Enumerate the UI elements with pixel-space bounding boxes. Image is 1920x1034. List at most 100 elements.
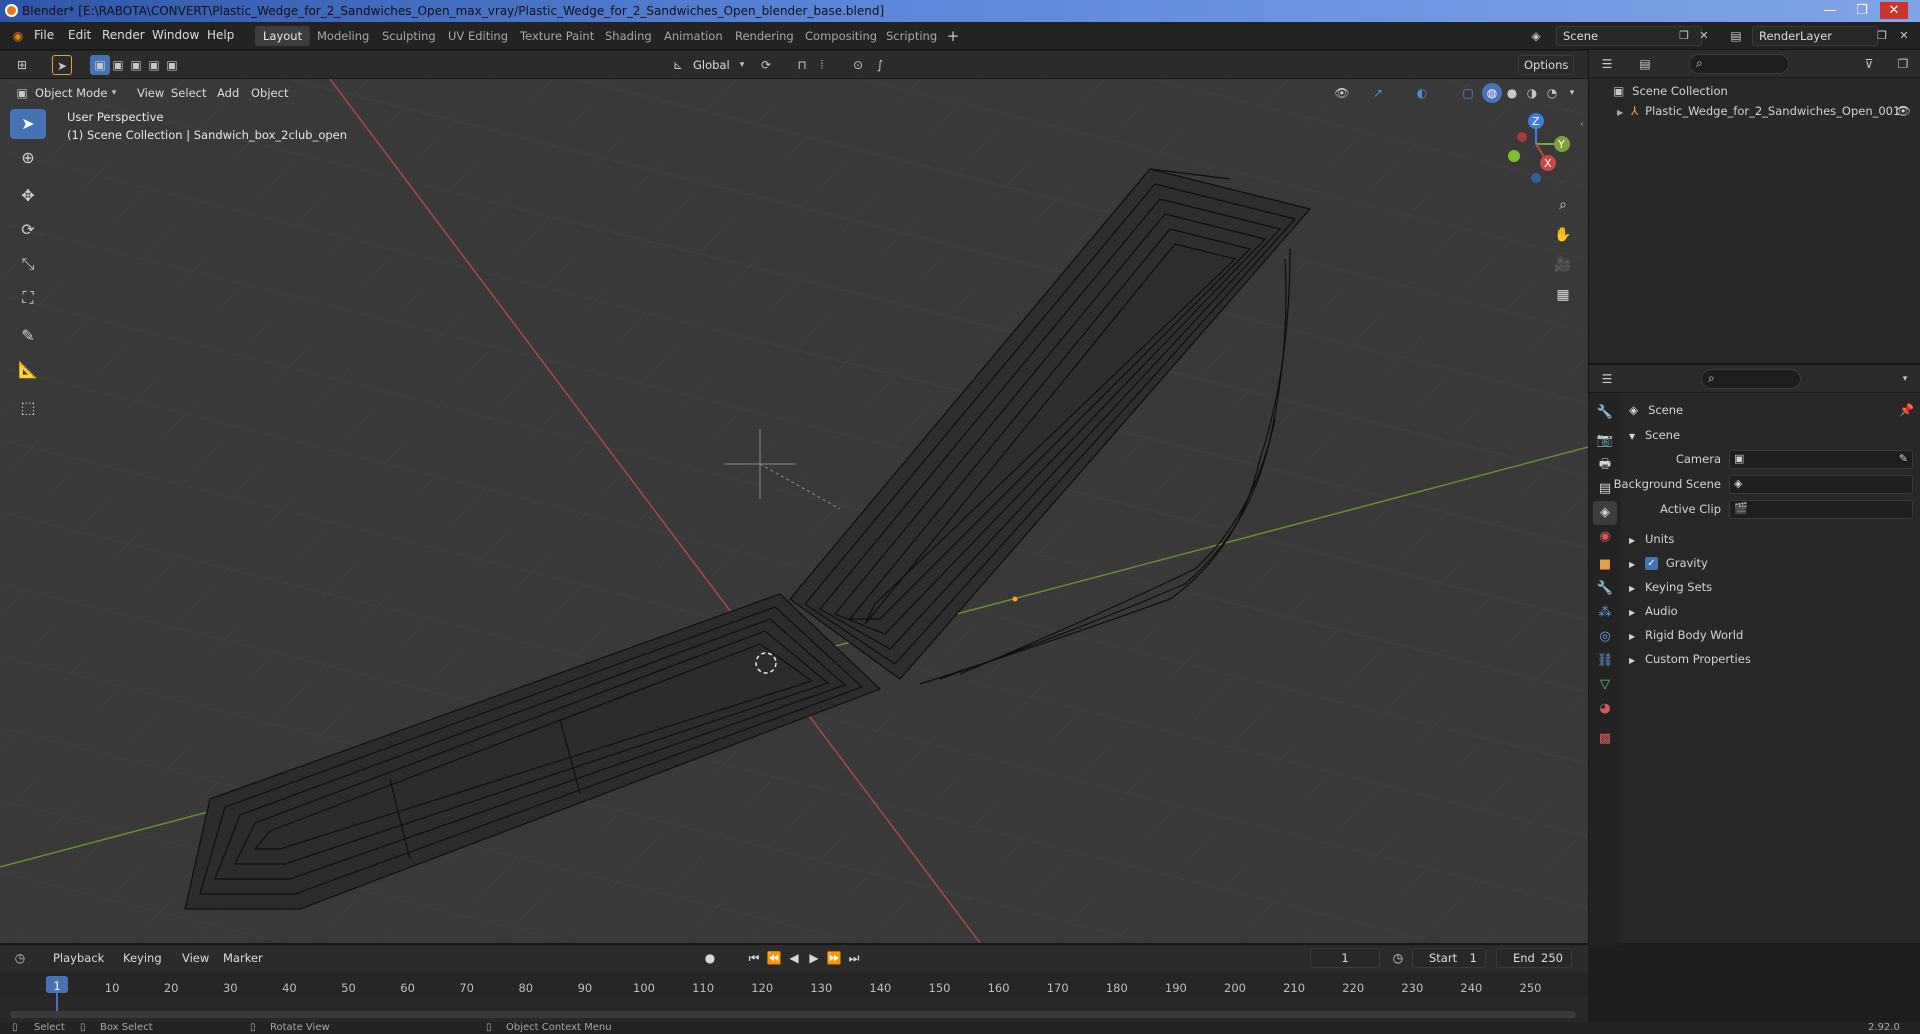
options-dropdown[interactable]: Options: [1518, 55, 1575, 75]
playback-menu[interactable]: Playback: [48, 948, 109, 968]
move-tool-icon[interactable]: ✥: [10, 181, 46, 211]
overlay-toggle-icon[interactable]: ◐: [1412, 83, 1432, 103]
texture-tab-icon[interactable]: ▩: [1593, 727, 1617, 751]
falloff-icon[interactable]: ∫: [870, 55, 890, 75]
new-layer-icon[interactable]: ❐: [1872, 26, 1892, 46]
chevron-down-icon[interactable]: ▾: [1895, 369, 1915, 389]
tab-texture-paint[interactable]: Texture Paint: [512, 26, 602, 46]
tab-uv-editing[interactable]: UV Editing: [440, 26, 516, 46]
properties-search-input[interactable]: ⌕: [1701, 369, 1801, 389]
annotate-tool-icon[interactable]: ✎: [10, 321, 46, 351]
end-frame-field[interactable]: End 250: [1496, 948, 1572, 968]
outliner-search-input[interactable]: ⌕: [1689, 54, 1789, 74]
measure-tool-icon[interactable]: 📐: [10, 355, 46, 385]
display-mode-icon[interactable]: ▤: [1635, 54, 1655, 74]
gizmo-toggle-icon[interactable]: ↗: [1368, 83, 1388, 103]
tab-animation[interactable]: Animation: [656, 26, 731, 46]
modifier-tab-icon[interactable]: 🔧: [1593, 577, 1617, 601]
xray-toggle-icon[interactable]: ▢: [1458, 83, 1478, 103]
transform-tool-icon[interactable]: ⛶: [10, 283, 46, 313]
object-mode-dropdown[interactable]: Object Mode: [30, 83, 112, 103]
add-cube-tool-icon[interactable]: ⬚: [10, 393, 46, 423]
timeline-scrollbar[interactable]: [10, 1011, 1576, 1018]
select-tool-icon[interactable]: ➤: [52, 55, 72, 75]
menu-edit[interactable]: Edit: [68, 28, 91, 42]
3d-viewport[interactable]: Z Y X ▣ Object Mode ▾ View Select Add Ob…: [0, 79, 1588, 943]
render-tab-icon[interactable]: 📷: [1593, 429, 1617, 453]
outliner-item[interactable]: ▶ ⅄ Plastic_Wedge_for_2_Sandwiches_Open_…: [1617, 104, 1917, 122]
render-layer-field[interactable]: RenderLayer: [1752, 26, 1878, 46]
new-collection-icon[interactable]: ❐: [1893, 54, 1913, 74]
orientation-icon[interactable]: ⊾: [668, 55, 688, 75]
stopwatch-icon[interactable]: ◷: [1388, 948, 1408, 968]
scene-tab-icon[interactable]: ◈: [1593, 501, 1617, 525]
select-subtract-icon[interactable]: ▣: [126, 55, 146, 75]
menu-help[interactable]: Help: [207, 28, 234, 42]
particles-tab-icon[interactable]: ⁂: [1593, 601, 1617, 625]
new-scene-icon[interactable]: ❐: [1674, 26, 1694, 46]
rotate-tool-icon[interactable]: ⟳: [10, 215, 46, 245]
panel-custom-properties[interactable]: ▶ Custom Properties: [1629, 652, 1751, 666]
panel-keying-sets[interactable]: ▶ Keying Sets: [1629, 580, 1712, 594]
eyedropper-icon[interactable]: ✎: [1899, 452, 1908, 465]
pin-icon[interactable]: 📌: [1899, 403, 1914, 417]
play-reverse-icon[interactable]: ◀: [784, 948, 804, 968]
panel-gravity[interactable]: ▶ ✓ Gravity: [1629, 556, 1708, 570]
proportional-edit-icon[interactable]: ⊙: [848, 55, 868, 75]
scene-panel-header[interactable]: ▼ Scene: [1629, 428, 1680, 442]
play-icon[interactable]: ▶: [804, 948, 824, 968]
data-tab-icon[interactable]: ▽: [1593, 673, 1617, 697]
select-difference-icon[interactable]: ▣: [144, 55, 164, 75]
output-tab-icon[interactable]: 🖶: [1593, 453, 1617, 477]
panel-rigid-body-world[interactable]: ▶ Rigid Body World: [1629, 628, 1743, 642]
minimize-icon[interactable]: —: [1816, 2, 1844, 19]
next-keyframe-icon[interactable]: ⏩: [824, 948, 844, 968]
tool-tab-icon[interactable]: 🔧: [1593, 401, 1617, 425]
snap-increment-icon[interactable]: ⦙: [812, 55, 832, 75]
scene-collection-row[interactable]: ▣ Scene Collection: [1613, 84, 1728, 98]
delete-layer-icon[interactable]: ✕: [1894, 26, 1914, 46]
tab-rendering[interactable]: Rendering: [727, 26, 802, 46]
view-menu[interactable]: View: [177, 948, 214, 968]
editor-type-icon[interactable]: ⊞: [12, 55, 32, 75]
menu-file[interactable]: File: [34, 28, 54, 42]
material-shading-icon[interactable]: ◑: [1522, 83, 1542, 103]
wireframe-shading-icon[interactable]: ◍: [1482, 83, 1502, 103]
panel-units[interactable]: ▶ Units: [1629, 532, 1674, 546]
close-icon[interactable]: ✕: [1880, 2, 1908, 19]
select-intersect-icon[interactable]: ▣: [162, 55, 182, 75]
solid-shading-icon[interactable]: ●: [1502, 83, 1522, 103]
sidebar-toggle-icon[interactable]: ‹: [1580, 119, 1584, 130]
delete-scene-icon[interactable]: ✕: [1694, 26, 1714, 46]
start-frame-field[interactable]: Start 1: [1412, 948, 1486, 968]
prev-keyframe-icon[interactable]: ⏪: [764, 948, 784, 968]
scale-tool-icon[interactable]: ⤡: [10, 249, 46, 279]
world-tab-icon[interactable]: ◉: [1593, 525, 1617, 549]
outliner-editor-icon[interactable]: ☰: [1597, 54, 1617, 74]
jump-end-icon[interactable]: ⏭: [844, 948, 864, 968]
perspective-grid-icon[interactable]: ▦: [1550, 282, 1576, 308]
panel-audio[interactable]: ▶ Audio: [1629, 604, 1678, 618]
zoom-icon[interactable]: ⌕: [1550, 192, 1576, 218]
shading-options-icon[interactable]: ▾: [1562, 83, 1582, 103]
select-box-tool-icon[interactable]: ➤: [10, 109, 46, 139]
cursor-tool-icon[interactable]: ⊕: [10, 143, 46, 173]
camera-field[interactable]: ▣ ✎: [1729, 450, 1913, 469]
scene-selector-icon[interactable]: ◈: [1526, 26, 1546, 46]
expand-arrow-icon[interactable]: ▶: [1617, 108, 1623, 117]
tab-layout[interactable]: Layout: [255, 26, 311, 46]
active-clip-field[interactable]: 🎬: [1729, 500, 1913, 519]
menu-window[interactable]: Window: [152, 28, 199, 42]
pivot-point-icon[interactable]: ⟳: [756, 55, 776, 75]
camera-view-icon[interactable]: 🎥: [1550, 252, 1576, 278]
tab-modeling[interactable]: Modeling: [309, 26, 377, 46]
pan-hand-icon[interactable]: ✋: [1550, 222, 1576, 248]
tab-shading[interactable]: Shading: [597, 26, 660, 46]
properties-editor-icon[interactable]: ☰: [1597, 369, 1617, 389]
object-mode-icon[interactable]: ▣: [12, 83, 32, 103]
maximize-icon[interactable]: ❐: [1848, 2, 1876, 19]
current-frame-field[interactable]: 1: [1310, 948, 1380, 968]
menu-render[interactable]: Render: [102, 28, 145, 42]
snap-icon[interactable]: ⊓: [792, 55, 812, 75]
add-workspace-icon[interactable]: +: [943, 26, 963, 46]
